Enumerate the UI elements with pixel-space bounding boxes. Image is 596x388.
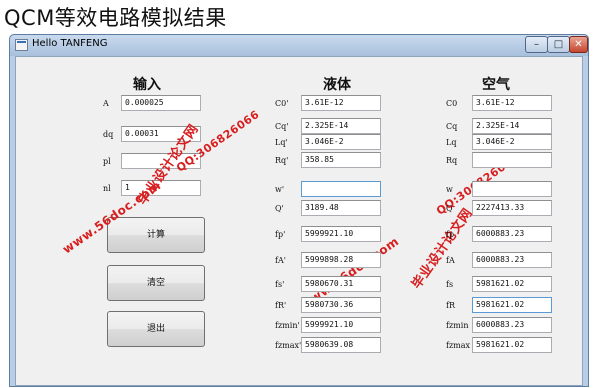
air-output-label: fA [446,256,455,265]
air-output-label: fs [446,280,454,289]
app-window: Hello TANFENG – □ ✕ 输入 液体 空气 A 0.000025 … [9,34,589,387]
air-output-label: Lq [446,138,457,147]
air-header: 空气 [482,77,510,93]
air-output-field[interactable]: 6000883.23 [472,317,552,333]
input-label-a: A [103,99,109,108]
close-button[interactable]: ✕ [569,36,588,53]
minimize-button[interactable]: – [525,36,548,53]
liquid-output-label: fs' [275,280,285,289]
liquid-output-field[interactable]: 5980639.08 [301,337,381,353]
air-output-label: Cq [446,122,458,131]
air-output-field[interactable]: 3.046E-2 [472,134,552,150]
app-icon [15,39,28,51]
air-output-label: Q [446,204,453,213]
input-header: 输入 [133,77,161,93]
air-output-field[interactable]: 6000883.23 [472,252,552,268]
maximize-button[interactable]: □ [547,36,570,53]
liquid-output-label: Lq' [275,138,288,147]
liquid-output-label: w' [275,185,285,194]
liquid-output-label: Q' [275,204,284,213]
liquid-output-field[interactable]: 5980730.36 [301,297,381,313]
air-output-label: fzmax [446,341,471,350]
liquid-output-field[interactable]: 5999921.10 [301,317,381,333]
input-a-field[interactable]: 0.000025 [121,95,201,111]
liquid-output-label: Rq' [275,156,289,165]
air-output-label: C0 [446,99,458,108]
title-bar[interactable]: Hello TANFENG – □ ✕ [10,35,588,56]
liquid-output-label: fA' [275,256,286,265]
air-output-label: fR [446,301,455,310]
liquid-output-field[interactable]: 3.046E-2 [301,134,381,150]
air-output-label: Rq [446,156,458,165]
air-output-field[interactable]: 5981621.02 [472,337,552,353]
input-label-dq: dq [103,130,114,139]
liquid-header: 液体 [323,77,351,93]
liquid-output-field[interactable]: 3.61E-12 [301,95,381,111]
air-output-field[interactable]: 2227413.33 [472,200,552,216]
input-label-pl: pl [103,157,111,166]
clear-button[interactable]: 清空 [107,265,205,301]
liquid-output-field[interactable]: 5980670.31 [301,276,381,292]
input-label-nl: nl [103,184,111,193]
liquid-output-label: fp' [275,230,286,239]
liquid-output-field[interactable]: 358.85 [301,152,381,168]
liquid-output-label: fzmin' [275,321,300,330]
calculate-button[interactable]: 计算 [107,217,205,253]
liquid-output-field[interactable]: 2.325E-14 [301,118,381,134]
air-output-field[interactable]: 5981621.02 [472,297,552,313]
exit-button[interactable]: 退出 [107,311,205,347]
window-title: Hello TANFENG [32,38,108,49]
liquid-output-label: C0' [275,99,289,108]
air-output-field[interactable]: 6000883.23 [472,226,552,242]
air-output-field[interactable]: 3.61E-12 [472,95,552,111]
air-output-field[interactable]: 2.325E-14 [472,118,552,134]
air-output-label: w [446,185,453,194]
liquid-output-label: Cq' [275,122,289,131]
air-output-field[interactable] [472,152,552,168]
page-heading: QCM等效电路模拟结果 [4,6,227,30]
liquid-output-field[interactable] [301,181,381,197]
air-output-label: fp [446,230,455,239]
air-output-label: fzmin [446,321,469,330]
liquid-output-label: fR' [275,301,287,310]
air-output-field[interactable]: 5981621.02 [472,276,552,292]
air-output-field[interactable] [472,181,552,197]
liquid-output-field[interactable]: 5999921.10 [301,226,381,242]
liquid-output-label: fzmax' [275,341,302,350]
liquid-output-field[interactable]: 5999898.28 [301,252,381,268]
form-client-area: 输入 液体 空气 A 0.000025 dq 0.00031 pl nl 1 计… [15,56,583,386]
liquid-output-field[interactable]: 3189.48 [301,200,381,216]
